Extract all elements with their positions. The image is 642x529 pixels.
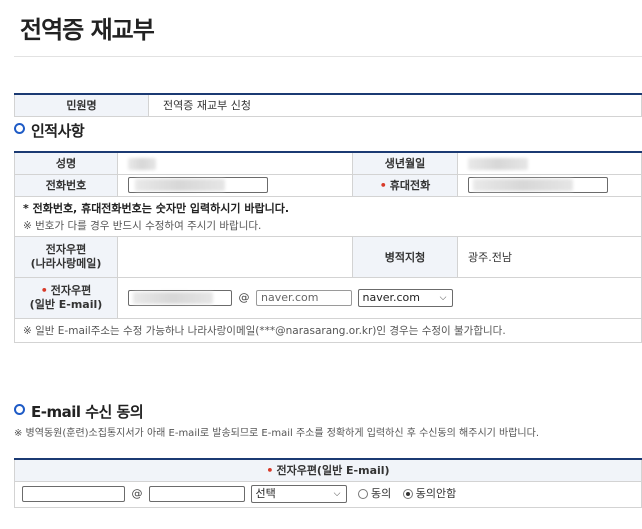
birth-value: [457, 151, 642, 175]
phone-input[interactable]: [128, 177, 268, 193]
section-personal-label: 인적사항: [31, 122, 85, 140]
consent-header: • 전자우편(일반 E-mail): [14, 458, 642, 482]
page: 전역증 재교부 민원명 전역증 재교부 신청 인적사항 성명 생년월일 전화번호…: [0, 0, 642, 529]
consent-domain-select[interactable]: 선택 ⌵: [250, 485, 347, 503]
consent-email-id-input[interactable]: [22, 486, 125, 502]
email-required-mark: •: [40, 283, 48, 297]
mobile-masked: [473, 179, 573, 191]
civil-label: 민원명: [14, 93, 149, 117]
phone-masked: [135, 179, 225, 191]
email-nara-label: 전자우편 (나라사랑메일): [14, 235, 118, 278]
name-value: [117, 151, 353, 175]
section-bullet-icon: [14, 123, 25, 134]
email-general-label-line1: 전자우편: [50, 283, 92, 297]
office-label: 병적지청: [352, 235, 458, 278]
email-domain-select[interactable]: naver.com ⌵: [357, 288, 453, 307]
title-divider: [14, 56, 642, 57]
disagree-label: 동의안함: [415, 487, 457, 500]
section-email-label: E-mail 수신 동의: [31, 403, 144, 421]
email-id-masked: [133, 291, 213, 304]
mobile-cell: [457, 173, 642, 197]
consent-header-label: 전자우편(일반 E-mail): [276, 464, 390, 478]
email-nara-label-line1: 전자우편: [45, 242, 87, 256]
email-domain-input[interactable]: naver.com: [256, 289, 352, 306]
consent-table: • 전자우편(일반 E-mail) @ 선택 ⌵ 동의 동의안함: [14, 458, 642, 508]
section-email-title: E-mail 수신 동의: [14, 401, 144, 422]
civil-table: 민원명 전역증 재교부 신청: [14, 93, 642, 117]
email-general-cell: @ naver.com naver.com ⌵: [117, 276, 642, 319]
consent-required-mark: •: [266, 464, 274, 478]
agree-radio[interactable]: [358, 489, 368, 499]
email-general-label: • 전자우편 (일반 E-mail): [14, 276, 118, 319]
consent-row: @ 선택 ⌵ 동의 동의안함: [14, 480, 642, 508]
email-domain-select-value: naver.com: [362, 290, 421, 304]
email-at-sign: @: [238, 290, 250, 304]
email-nara-label-line2: (나라사랑메일): [30, 256, 102, 270]
section-bullet-icon: [14, 404, 25, 415]
consent-domain-select-value: 선택: [255, 487, 276, 500]
disagree-option[interactable]: 동의안함: [402, 487, 457, 500]
chevron-down-icon: ⌵: [333, 489, 341, 499]
name-masked: [128, 157, 156, 170]
chevron-down-icon: ⌵: [439, 292, 447, 303]
mobile-label-cell: • 휴대전화: [352, 173, 458, 197]
phone-label: 전화번호: [14, 173, 118, 197]
phone-notice-bold: * 전화번호, 휴대전화번호는 숫자만 입력하시기 바랍니다.: [23, 201, 290, 215]
civil-value: 전역증 재교부 신청: [148, 93, 642, 117]
mobile-input[interactable]: [468, 177, 608, 193]
email-id-input[interactable]: [128, 289, 232, 306]
email-footer-note: ※ 일반 E-mail주소는 수정 가능하나 나라사랑이메일(***@naras…: [14, 317, 642, 343]
office-value: 광주.전남: [457, 235, 642, 278]
email-nara-value: [117, 235, 353, 278]
agree-label: 동의: [371, 487, 392, 500]
disagree-radio[interactable]: [402, 489, 413, 499]
birth-masked: [468, 157, 528, 170]
section-email-desc: ※ 병역동원(훈련)소집통지서가 아래 E-mail로 발송되므로 E-mail…: [14, 428, 540, 439]
agree-option[interactable]: 동의: [358, 487, 391, 500]
name-label: 성명: [14, 151, 118, 175]
section-personal-title: 인적사항: [14, 120, 85, 141]
mobile-required-mark: •: [379, 179, 387, 192]
email-general-label-line2: (일반 E-mail): [29, 297, 103, 311]
page-title: 전역증 재교부: [20, 16, 155, 44]
mobile-label: 휴대전화: [389, 179, 431, 192]
phone-cell: [117, 173, 353, 197]
personal-table: 성명 생년월일 전화번호 • 휴대전화 * 전화번호, 휴대전화번호는 숫자만 입…: [14, 151, 642, 343]
birth-label: 생년월일: [352, 151, 458, 175]
consent-at-sign: @: [131, 487, 143, 500]
phone-notice-sub: ※ 번호가 다를 경우 반드시 수정하여 주시기 바랍니다.: [23, 219, 262, 232]
consent-email-domain-input[interactable]: [149, 486, 245, 502]
phone-notice: * 전화번호, 휴대전화번호는 숫자만 입력하시기 바랍니다. ※ 번호가 다를…: [14, 195, 642, 237]
